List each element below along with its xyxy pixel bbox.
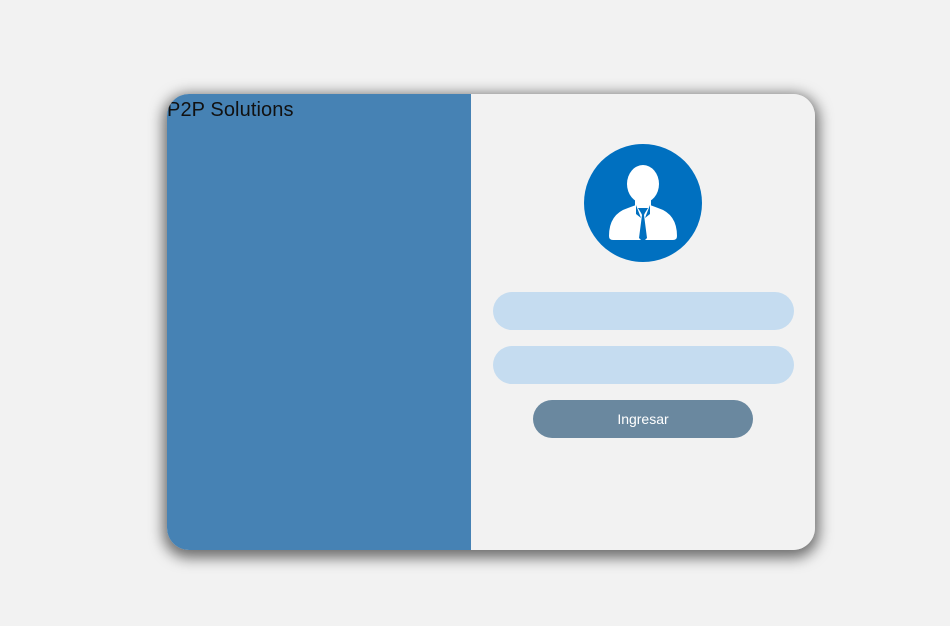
username-field[interactable] (493, 292, 794, 330)
password-field[interactable] (493, 346, 794, 384)
businessman-icon (609, 165, 677, 242)
user-avatar-icon (584, 144, 702, 262)
brand-panel: P2P Solutions (167, 94, 471, 550)
brand-title: P2P Solutions (167, 99, 294, 121)
login-panel: Ingresar (471, 94, 815, 550)
login-card: P2P Solutions Ingresar (167, 94, 815, 550)
login-button[interactable]: Ingresar (533, 400, 753, 438)
